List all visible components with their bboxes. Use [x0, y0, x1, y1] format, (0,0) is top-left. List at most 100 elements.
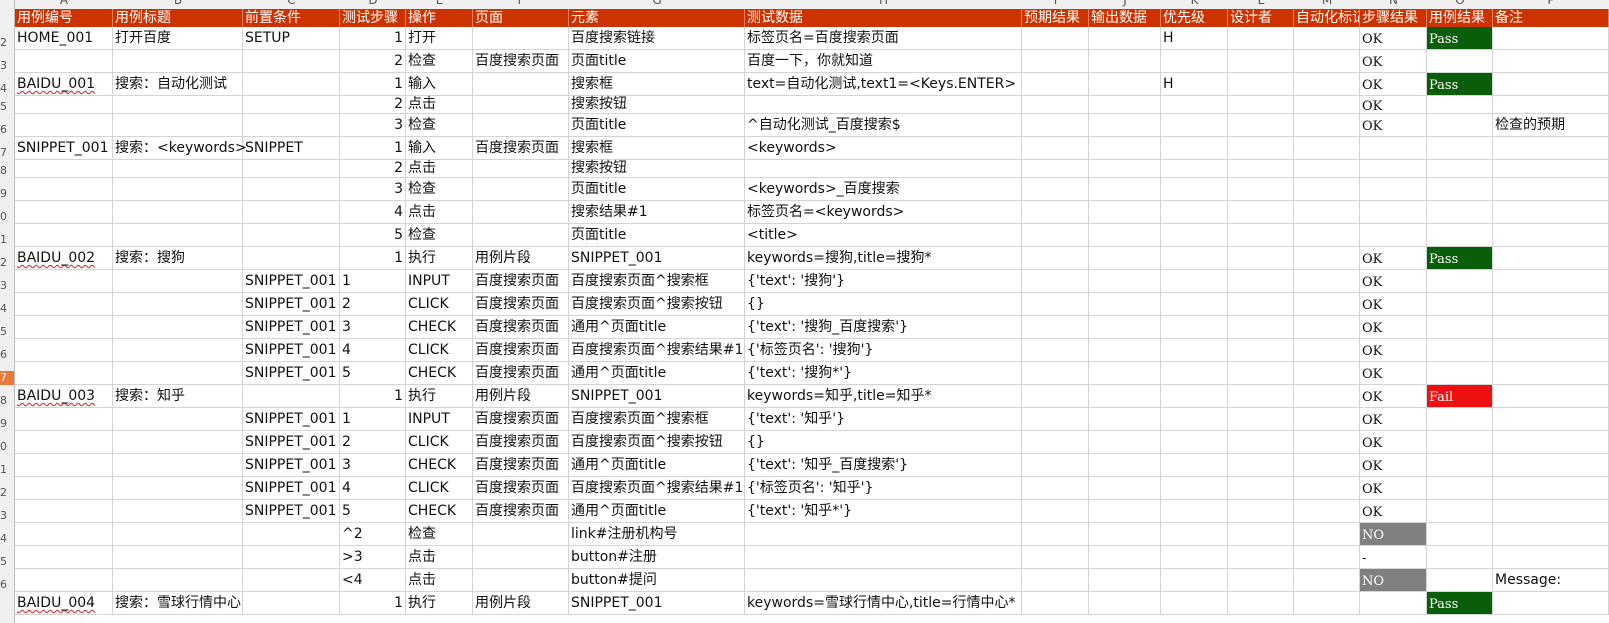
cell-action[interactable]: 点击	[406, 160, 473, 178]
cell-page[interactable]: 百度搜索页面	[473, 270, 569, 293]
cell-case-result[interactable]	[1427, 362, 1493, 385]
cell-expected[interactable]	[1022, 270, 1089, 293]
cell-precondition[interactable]: SNIPPET_001	[243, 454, 340, 477]
cell-precondition[interactable]	[243, 201, 340, 224]
cell-expected[interactable]	[1022, 500, 1089, 523]
cell-element[interactable]: 通用^页面title	[569, 500, 745, 523]
cell-test-data[interactable]: {'text': '知乎*'}	[745, 500, 1022, 523]
cell-test-data[interactable]: keywords=知乎,title=知乎*	[745, 385, 1022, 408]
cell-action[interactable]: CHECK	[406, 500, 473, 523]
cell-case-result[interactable]	[1427, 293, 1493, 316]
cell-case-id[interactable]	[15, 316, 113, 339]
cell-case-result[interactable]	[1427, 454, 1493, 477]
cell-step[interactable]: 2	[340, 160, 406, 178]
cell-expected[interactable]	[1022, 408, 1089, 431]
cell-output[interactable]	[1089, 546, 1161, 569]
cell-precondition[interactable]	[243, 160, 340, 178]
cell-action[interactable]: 检查	[406, 50, 473, 73]
header-action[interactable]: 操作	[406, 9, 473, 27]
cell-expected[interactable]	[1022, 385, 1089, 408]
cell-expected[interactable]	[1022, 431, 1089, 454]
cell-case-title[interactable]	[113, 316, 243, 339]
cell-case-title[interactable]	[113, 546, 243, 569]
row-number[interactable]: 8	[0, 164, 14, 178]
cell-precondition[interactable]	[243, 546, 340, 569]
cell-remark[interactable]	[1493, 178, 1609, 201]
cell-priority[interactable]	[1161, 270, 1228, 293]
cell-case-result[interactable]	[1427, 50, 1493, 73]
cell-element[interactable]: SNIPPET_001	[569, 592, 745, 615]
header-element[interactable]: 元素	[569, 9, 745, 27]
cell-step[interactable]: 1	[340, 247, 406, 270]
row-number[interactable]: 2	[0, 486, 14, 500]
cell-remark[interactable]	[1493, 592, 1609, 615]
cell-expected[interactable]	[1022, 137, 1089, 160]
header-auto-flag[interactable]: 自动化标记	[1294, 9, 1360, 27]
cell-remark[interactable]	[1493, 160, 1609, 178]
cell-priority[interactable]	[1161, 160, 1228, 178]
cell-priority[interactable]: H	[1161, 73, 1228, 96]
cell-expected[interactable]	[1022, 178, 1089, 201]
cell-page[interactable]: 百度搜索页面	[473, 454, 569, 477]
cell-case-id[interactable]	[15, 293, 113, 316]
cell-page[interactable]	[473, 546, 569, 569]
cell-designer[interactable]	[1228, 339, 1294, 362]
cell-remark[interactable]	[1493, 137, 1609, 160]
cell-precondition[interactable]	[243, 73, 340, 96]
cell-page[interactable]: 用例片段	[473, 247, 569, 270]
header-case-result[interactable]: 用例结果	[1427, 9, 1493, 27]
cell-precondition[interactable]	[243, 247, 340, 270]
cell-step-result[interactable]: OK	[1360, 385, 1427, 408]
cell-page[interactable]	[473, 569, 569, 592]
cell-element[interactable]: 百度搜索链接	[569, 27, 745, 50]
cell-case-id[interactable]	[15, 224, 113, 247]
cell-step[interactable]: 3	[340, 316, 406, 339]
cell-designer[interactable]	[1228, 569, 1294, 592]
cell-priority[interactable]	[1161, 339, 1228, 362]
cell-case-result[interactable]	[1427, 546, 1493, 569]
cell-step-result[interactable]: OK	[1360, 500, 1427, 523]
cell-case-result[interactable]: Pass	[1427, 247, 1493, 270]
column-letter-l[interactable]: L	[1228, 0, 1294, 7]
cell-page[interactable]	[473, 114, 569, 137]
cell-case-id[interactable]	[15, 114, 113, 137]
cell-remark[interactable]	[1493, 431, 1609, 454]
cell-output[interactable]	[1089, 137, 1161, 160]
cell-case-result[interactable]	[1427, 201, 1493, 224]
cell-designer[interactable]	[1228, 224, 1294, 247]
cell-step-result[interactable]: -	[1360, 546, 1427, 569]
cell-auto-flag[interactable]	[1294, 477, 1360, 500]
cell-page[interactable]: 用例片段	[473, 592, 569, 615]
row-number[interactable]: 6	[0, 578, 14, 592]
cell-test-data[interactable]: {'text': '搜狗_百度搜索'}	[745, 316, 1022, 339]
cell-test-data[interactable]: {'标签页名': '搜狗'}	[745, 339, 1022, 362]
cell-case-id[interactable]: BAIDU_004	[15, 592, 113, 615]
cell-expected[interactable]	[1022, 27, 1089, 50]
cell-page[interactable]	[473, 523, 569, 546]
cell-designer[interactable]	[1228, 50, 1294, 73]
cell-test-data[interactable]: 标签页名=百度搜索页面	[745, 27, 1022, 50]
cell-page[interactable]: 百度搜索页面	[473, 431, 569, 454]
cell-auto-flag[interactable]	[1294, 96, 1360, 114]
cell-case-result[interactable]	[1427, 224, 1493, 247]
cell-step-result[interactable]: OK	[1360, 50, 1427, 73]
cell-case-result[interactable]	[1427, 569, 1493, 592]
cell-test-data[interactable]: {'标签页名': '知乎'}	[745, 477, 1022, 500]
cell-output[interactable]	[1089, 385, 1161, 408]
cell-case-title[interactable]: 搜索：雪球行情中心	[113, 592, 243, 615]
cell-case-id[interactable]	[15, 339, 113, 362]
cell-action[interactable]: 点击	[406, 201, 473, 224]
row-number[interactable]: 3	[0, 509, 14, 523]
cell-output[interactable]	[1089, 178, 1161, 201]
cell-step-result[interactable]: OK	[1360, 316, 1427, 339]
cell-designer[interactable]	[1228, 454, 1294, 477]
cell-page[interactable]	[473, 178, 569, 201]
cell-element[interactable]: 搜索框	[569, 73, 745, 96]
header-case-title[interactable]: 用例标题	[113, 9, 243, 27]
cell-step-result[interactable]: OK	[1360, 114, 1427, 137]
cell-case-title[interactable]	[113, 454, 243, 477]
cell-case-id[interactable]	[15, 270, 113, 293]
row-number[interactable]: 9	[0, 417, 14, 431]
cell-case-title[interactable]	[113, 339, 243, 362]
header-page[interactable]: 页面	[473, 9, 569, 27]
